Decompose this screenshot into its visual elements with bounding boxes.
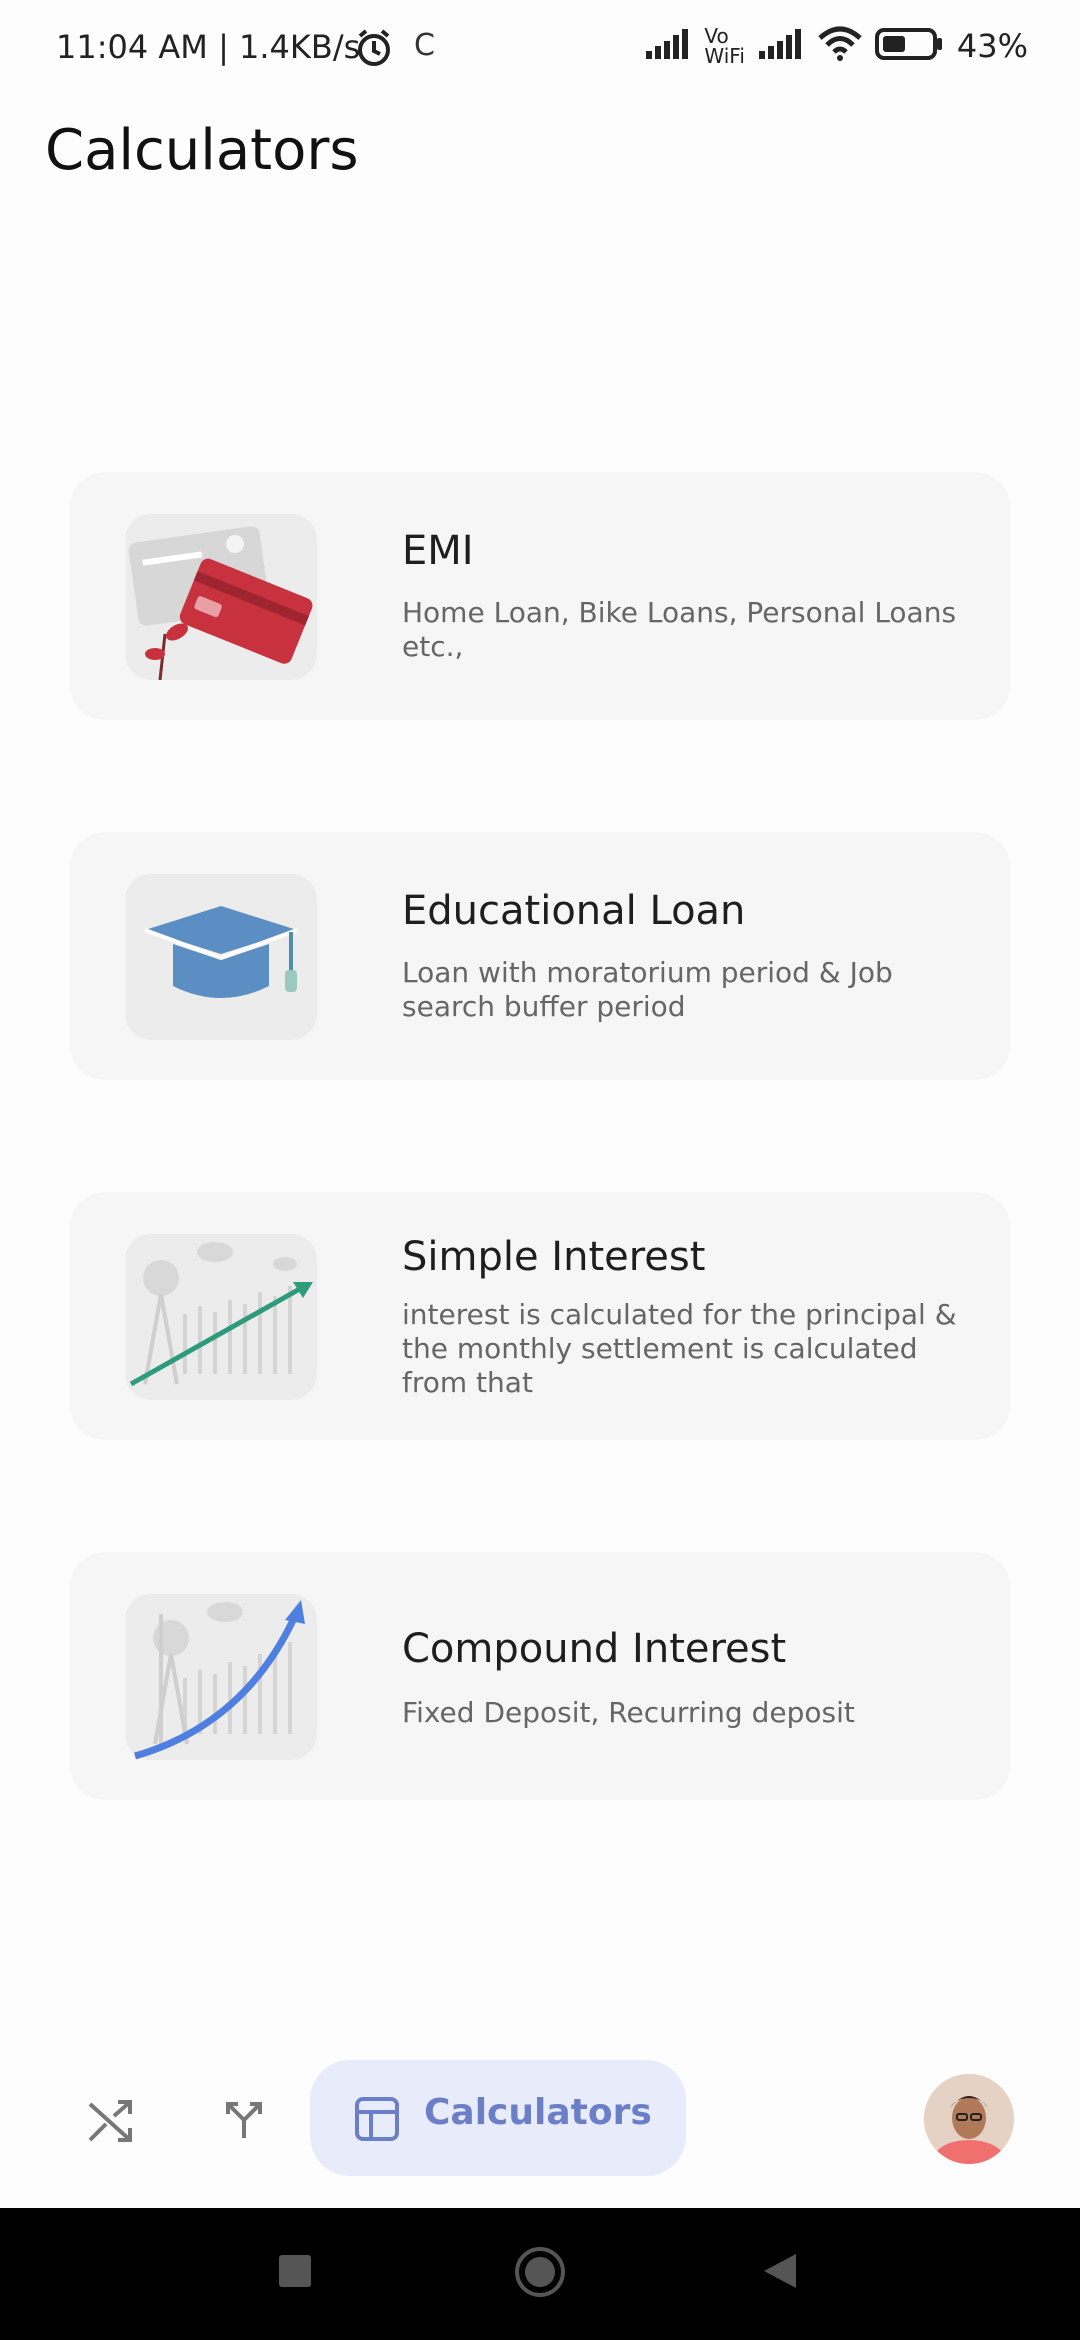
split-arrow-icon bbox=[226, 2102, 262, 2138]
nav-calculators-label: Calculators bbox=[424, 2092, 652, 2133]
card-title: Compound Interest bbox=[402, 1626, 787, 1672]
bottom-navigation: Calculators bbox=[0, 2040, 1080, 2200]
status-time: 11:04 AM | 1.4KB/s bbox=[56, 28, 361, 66]
card-description: Fixed Deposit, Recurring deposit bbox=[402, 1696, 855, 1729]
volte-label: Vo bbox=[704, 24, 729, 48]
alarm-icon bbox=[354, 28, 394, 72]
battery-icon bbox=[874, 27, 945, 65]
card-description: Loan with moratorium period & Job search… bbox=[402, 956, 893, 1023]
status-right: Vo WiFi 43% bbox=[644, 26, 1028, 66]
graduation-cap-icon bbox=[125, 874, 317, 1040]
card-title: Simple Interest bbox=[402, 1234, 706, 1280]
card-educational-loan[interactable]: Educational Loan Loan with moratorium pe… bbox=[70, 832, 1010, 1080]
status-extra: C bbox=[414, 28, 435, 63]
nav-split[interactable] bbox=[222, 2098, 266, 2146]
nav-shuffle[interactable] bbox=[86, 2096, 136, 2150]
calculator-layout-icon bbox=[355, 2097, 399, 2141]
card-compound-interest[interactable]: Compound Interest Fixed Deposit, Recurri… bbox=[70, 1552, 1010, 1800]
recent-apps-button[interactable] bbox=[278, 2254, 312, 2292]
volte-wifi-icon: Vo WiFi bbox=[704, 26, 745, 66]
square-icon bbox=[279, 2255, 311, 2287]
system-navigation-bar bbox=[0, 2208, 1080, 2340]
status-bar: 11:04 AM | 1.4KB/s C Vo WiFi 43% bbox=[0, 0, 1080, 100]
page-title: Calculators bbox=[45, 118, 359, 183]
back-button[interactable] bbox=[762, 2252, 798, 2294]
card-description: interest is calculated for the principal… bbox=[402, 1298, 957, 1399]
card-emi[interactable]: EMI Home Loan, Bike Loans, Personal Loan… bbox=[70, 472, 1010, 720]
triangle-back-icon bbox=[764, 2254, 796, 2288]
card-simple-interest[interactable]: Simple Interest interest is calculated f… bbox=[70, 1192, 1010, 1440]
card-description: Home Loan, Bike Loans, Personal Loans et… bbox=[402, 596, 957, 663]
credit-cards-icon bbox=[125, 514, 317, 681]
linear-growth-chart-icon bbox=[125, 1234, 317, 1400]
nav-calculators[interactable]: Calculators bbox=[310, 2060, 686, 2176]
signal-icon-2 bbox=[757, 27, 805, 65]
home-button[interactable] bbox=[514, 2246, 566, 2302]
card-title: EMI bbox=[402, 528, 474, 574]
shuffle-icon bbox=[88, 2100, 132, 2142]
signal-icon bbox=[644, 27, 692, 65]
wifi-label: WiFi bbox=[704, 44, 745, 68]
profile-avatar[interactable] bbox=[924, 2074, 1014, 2164]
circle-icon bbox=[515, 2247, 565, 2297]
exponential-growth-chart-icon bbox=[125, 1594, 317, 1760]
card-title: Educational Loan bbox=[402, 888, 746, 934]
wifi-icon bbox=[817, 26, 863, 66]
battery-percent: 43% bbox=[956, 27, 1028, 65]
